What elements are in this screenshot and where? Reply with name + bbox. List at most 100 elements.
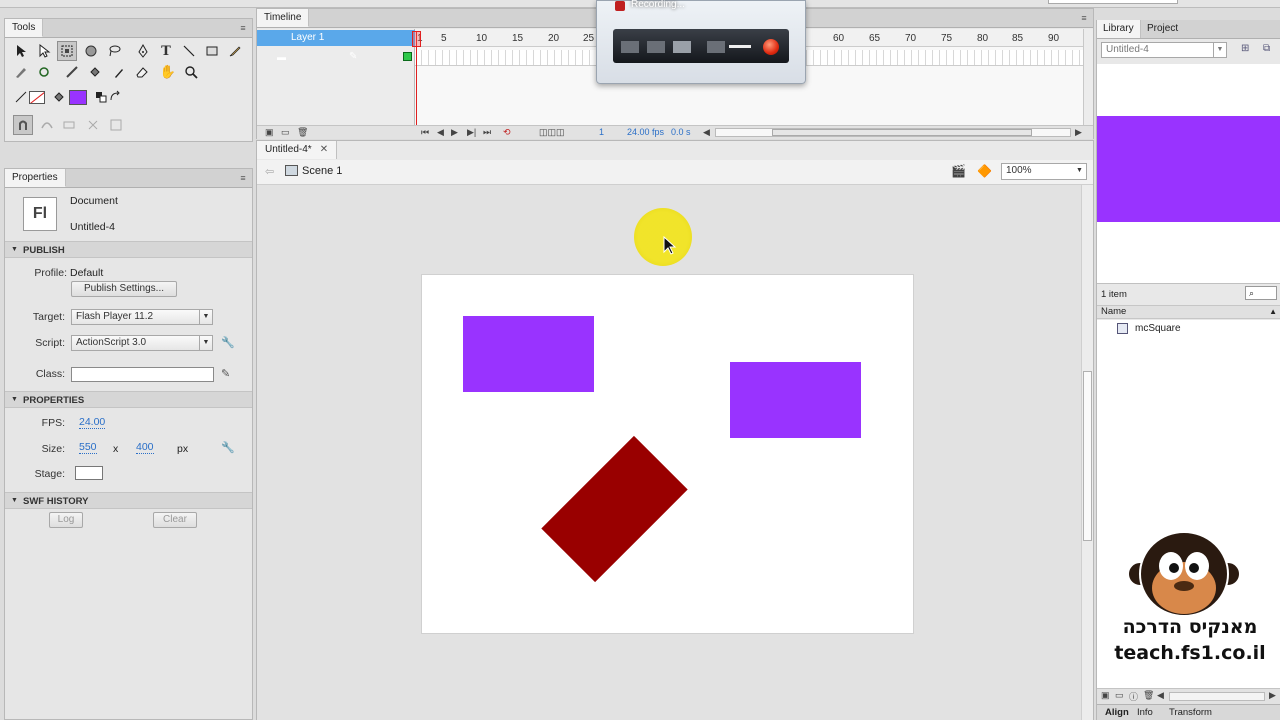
loop-icon[interactable]: ⟲ [503,127,511,138]
text-icon[interactable]: T [156,41,176,61]
selection-icon[interactable] [11,41,31,61]
new-layer-icon[interactable]: ▣ [265,127,274,138]
record-button[interactable] [763,39,779,55]
timeline-hscroll[interactable] [715,128,1071,137]
library-search[interactable]: ⌕ [1245,286,1277,300]
scroll-thumb[interactable] [1083,371,1092,541]
pencil-icon[interactable]: ✎ [349,51,357,62]
frame-rate[interactable]: 24.00 fps [627,127,664,137]
stage-height-value[interactable]: 400 [136,442,154,454]
scale-icon[interactable] [106,115,126,135]
align-tab[interactable]: Align [1105,707,1129,718]
publish-settings-button[interactable]: Publish Settings... [71,281,177,297]
red-rotated-rectangle[interactable] [541,435,688,583]
properties-icon[interactable]: ⓘ [1129,690,1138,703]
scene-name[interactable]: Scene 1 [302,165,342,177]
step-forward-icon[interactable]: ▶| [467,127,476,138]
document-tab[interactable]: Untitled-4* ✕ [257,141,338,159]
scroll-left-icon[interactable]: ◀ [703,127,710,138]
delete-icon[interactable]: 🗑 [1143,690,1154,701]
panel-menu-icon[interactable]: ≡ [1079,13,1089,23]
subselection-icon[interactable] [34,41,54,61]
target-select[interactable]: Flash Player 11.2 ▼ [71,309,213,325]
zoom-icon[interactable] [181,62,201,82]
volume-slider[interactable] [729,45,751,48]
library-document-select[interactable]: Untitled-4 ▼ [1101,42,1227,58]
camera-icon[interactable] [647,41,665,53]
class-input[interactable] [71,367,214,382]
mic-icon[interactable] [707,41,725,53]
pen-icon[interactable] [133,41,153,61]
hand-icon[interactable]: ✋ [158,62,178,82]
stage-color-swatch[interactable] [75,466,103,480]
snap-icon[interactable] [13,115,33,135]
free-transform-icon[interactable] [57,41,77,61]
scroll-thumb[interactable] [772,129,1032,136]
tools-tab[interactable]: Tools [5,19,44,37]
timeline-vscroll[interactable] [1083,29,1093,125]
fps-value[interactable]: 24.00 [79,417,106,429]
pencil-icon[interactable]: ✎ [221,367,235,381]
capture-icon[interactable] [621,41,639,53]
bone-icon[interactable] [62,62,82,82]
purple-rectangle[interactable] [463,316,594,392]
stage[interactable] [422,275,913,633]
play-icon[interactable]: ▶ [451,127,458,138]
library-hscroll[interactable] [1169,692,1265,701]
3d-rotation-icon[interactable] [81,41,101,61]
pin-icon[interactable]: ⊞ [1241,43,1249,54]
library-item[interactable]: mcSquare [1135,323,1181,334]
current-frame[interactable]: 1 [599,127,604,137]
layer-row[interactable]: Layer 1 [257,30,415,46]
eraser-icon[interactable] [132,62,152,82]
library-column-header[interactable]: Name ▲ [1097,305,1280,319]
canvas-vscroll[interactable] [1081,185,1093,720]
edit-symbols-icon[interactable]: 🔶 [977,164,992,178]
smooth-icon[interactable] [37,115,57,135]
swf-history-section-header[interactable]: SWF HISTORY [5,492,252,509]
deco-icon[interactable] [34,62,54,82]
top-search-field[interactable] [1048,0,1178,4]
step-back-icon[interactable]: ◀ [437,127,444,138]
no-stroke-swatch[interactable] [27,87,47,107]
eyedropper-icon[interactable] [109,62,129,82]
panel-menu-icon[interactable]: ≡ [238,23,248,33]
back-arrow-icon[interactable]: ⇦ [265,165,274,178]
purple-rectangle[interactable] [730,362,861,438]
straighten-icon[interactable] [59,115,79,135]
rotate-icon[interactable] [83,115,103,135]
clear-button[interactable]: Clear [153,512,197,528]
library-tab[interactable]: Library [1097,20,1141,38]
lasso-icon[interactable] [104,41,124,61]
swap-colors-icon[interactable] [105,87,125,107]
script-select[interactable]: ActionScript 3.0 ▼ [71,335,213,351]
new-library-icon[interactable]: ⧉ [1263,43,1270,54]
edit-scene-icon[interactable]: 🎬 [951,164,966,178]
project-tab[interactable]: Project [1141,20,1184,38]
onion-skin-icon[interactable]: ◫◫◫ [539,127,565,138]
delete-layer-icon[interactable]: 🗑 [297,127,308,138]
fill-color-swatch[interactable] [68,87,88,107]
properties-section-header[interactable]: PROPERTIES [5,391,252,408]
scroll-left-icon[interactable]: ◀ [1157,690,1164,701]
audio-icon[interactable] [673,41,691,53]
info-tab[interactable]: Info [1137,707,1153,718]
scroll-right-icon[interactable]: ▶ [1269,690,1276,701]
layer-color-icon[interactable] [403,52,412,61]
log-button[interactable]: Log [49,512,83,528]
properties-tab[interactable]: Properties [5,169,66,187]
pencil-icon[interactable] [225,41,245,61]
scroll-right-icon[interactable]: ▶ [1075,127,1082,138]
wrench-icon[interactable]: 🔧 [221,336,235,350]
sort-icon[interactable]: ▲ [1269,306,1277,318]
timeline-tab[interactable]: Timeline [257,9,310,27]
panel-menu-icon[interactable]: ≡ [238,173,248,183]
publish-section-header[interactable]: PUBLISH [5,241,252,258]
last-frame-icon[interactable]: ⏭ [483,127,491,138]
transform-tab[interactable]: Transform [1169,707,1212,718]
new-folder-icon[interactable]: ▭ [1115,690,1124,701]
paint-bucket-icon[interactable] [85,62,105,82]
recorder-overlay[interactable]: Recording... [596,0,806,84]
close-icon[interactable]: ✕ [320,144,328,155]
stage-width-value[interactable]: 550 [79,442,97,454]
